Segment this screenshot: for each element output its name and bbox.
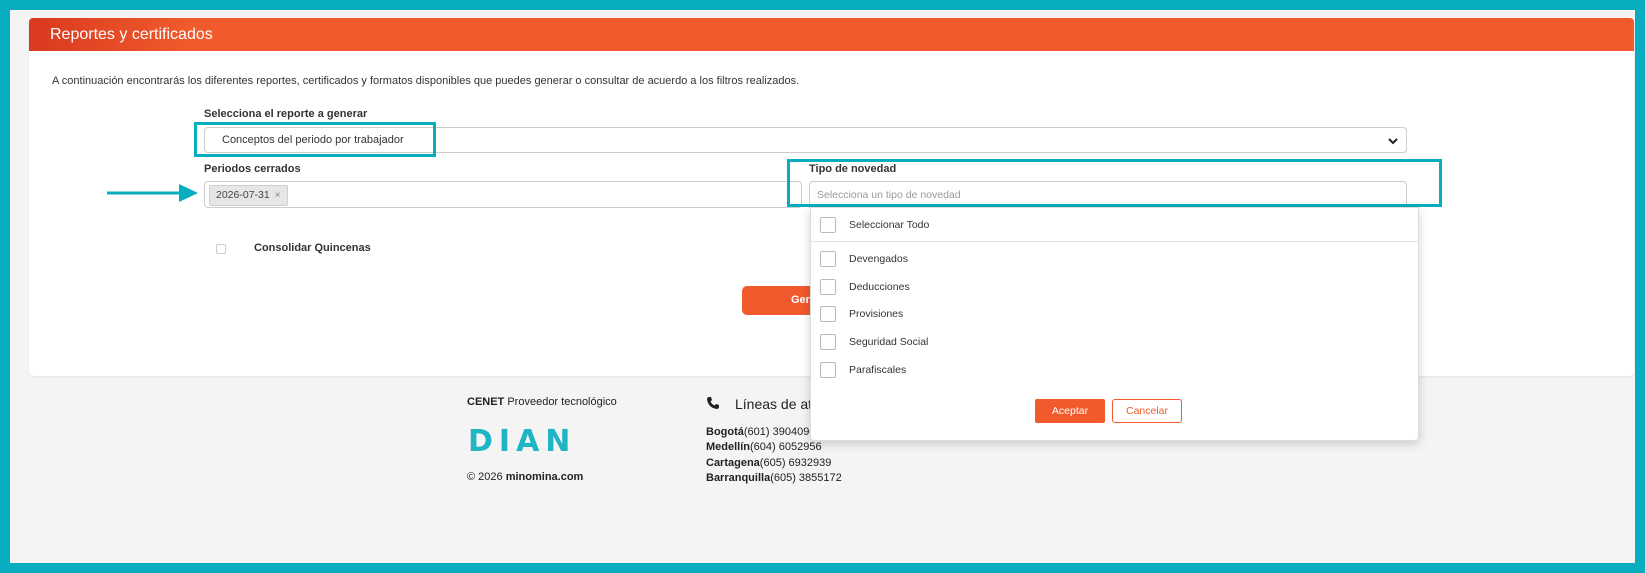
option-label: Provisiones <box>849 308 904 320</box>
panel-title: Reportes y certificados <box>29 18 1634 51</box>
option-label: Devengados <box>849 253 908 265</box>
lines-title: Líneas de ate <box>735 396 820 412</box>
dian-logo: DIAN <box>468 425 576 453</box>
dian-logo-text: DIAN <box>468 425 576 453</box>
chevron-down-icon <box>1388 138 1398 145</box>
close-icon[interactable]: × <box>275 190 281 201</box>
periods-label: Periodos cerrados <box>204 163 301 175</box>
option-checkbox[interactable] <box>820 334 836 350</box>
option-devengados[interactable]: Devengados <box>820 251 908 267</box>
option-checkbox[interactable] <box>820 251 836 267</box>
option-provisiones[interactable]: Provisiones <box>820 306 903 322</box>
line-city: Barranquilla <box>706 472 771 484</box>
option-seguridad-social[interactable]: Seguridad Social <box>820 334 928 350</box>
option-label: Deducciones <box>849 281 910 293</box>
option-checkbox[interactable] <box>820 279 836 295</box>
intro-text: A continuación encontrarás los diferente… <box>52 75 800 87</box>
line-phone: (601) 3904090 <box>743 426 816 438</box>
select-all-label: Seleccionar Todo <box>849 219 930 231</box>
phone-icon <box>707 397 719 409</box>
periods-multiselect[interactable]: 2026-07-31 × <box>204 181 802 208</box>
line-city: Cartagena <box>706 457 760 469</box>
option-deducciones[interactable]: Deducciones <box>820 279 910 295</box>
copyright-site: minomina.com <box>505 471 584 483</box>
option-checkbox[interactable] <box>820 306 836 322</box>
consolidar-checkbox[interactable] <box>216 244 226 254</box>
line-city: Medellín <box>706 441 751 453</box>
option-label: Parafiscales <box>849 364 907 376</box>
line-phone: (604) 6052956 <box>750 441 822 453</box>
line-phone: (605) 3855172 <box>770 472 842 484</box>
line-bogota: Bogotá(601) 3904090 <box>706 426 815 438</box>
line-city: Bogotá <box>706 426 744 438</box>
line-barranquilla: Barranquilla(605) 3855172 <box>706 472 842 484</box>
period-chip: 2026-07-31 × <box>209 185 288 206</box>
tipo-dropdown: Seleccionar Todo Devengados Deducciones … <box>810 207 1419 441</box>
option-label: Seguridad Social <box>849 336 929 348</box>
report-highlight-box <box>194 122 436 157</box>
line-medellin: Medellín(604) 6052956 <box>706 441 822 453</box>
provider-brand: CENET <box>467 396 505 408</box>
arrow-right-icon <box>107 184 198 202</box>
consolidar-label: Consolidar Quincenas <box>254 242 371 254</box>
accept-button[interactable]: Aceptar <box>1035 399 1105 423</box>
copyright: © 2026 minomina.com <box>467 471 583 483</box>
divider <box>811 241 1418 242</box>
provider-line: CENET Proveedor tecnológico <box>467 396 617 408</box>
report-select-label: Selecciona el reporte a generar <box>204 108 368 120</box>
select-all-option[interactable]: Seleccionar Todo <box>820 217 929 233</box>
line-cartagena: Cartagena(605) 6932939 <box>706 457 831 469</box>
option-checkbox[interactable] <box>820 362 836 378</box>
provider-text: Proveedor tecnológico <box>507 396 617 408</box>
select-all-checkbox[interactable] <box>820 217 836 233</box>
tipo-highlight-box <box>787 159 1442 207</box>
copyright-prefix: © 2026 <box>467 471 503 483</box>
line-phone: (605) 6932939 <box>759 457 832 469</box>
option-parafiscales[interactable]: Parafiscales <box>820 362 906 378</box>
period-chip-label: 2026-07-31 <box>216 189 270 201</box>
cancel-button[interactable]: Cancelar <box>1112 399 1182 423</box>
